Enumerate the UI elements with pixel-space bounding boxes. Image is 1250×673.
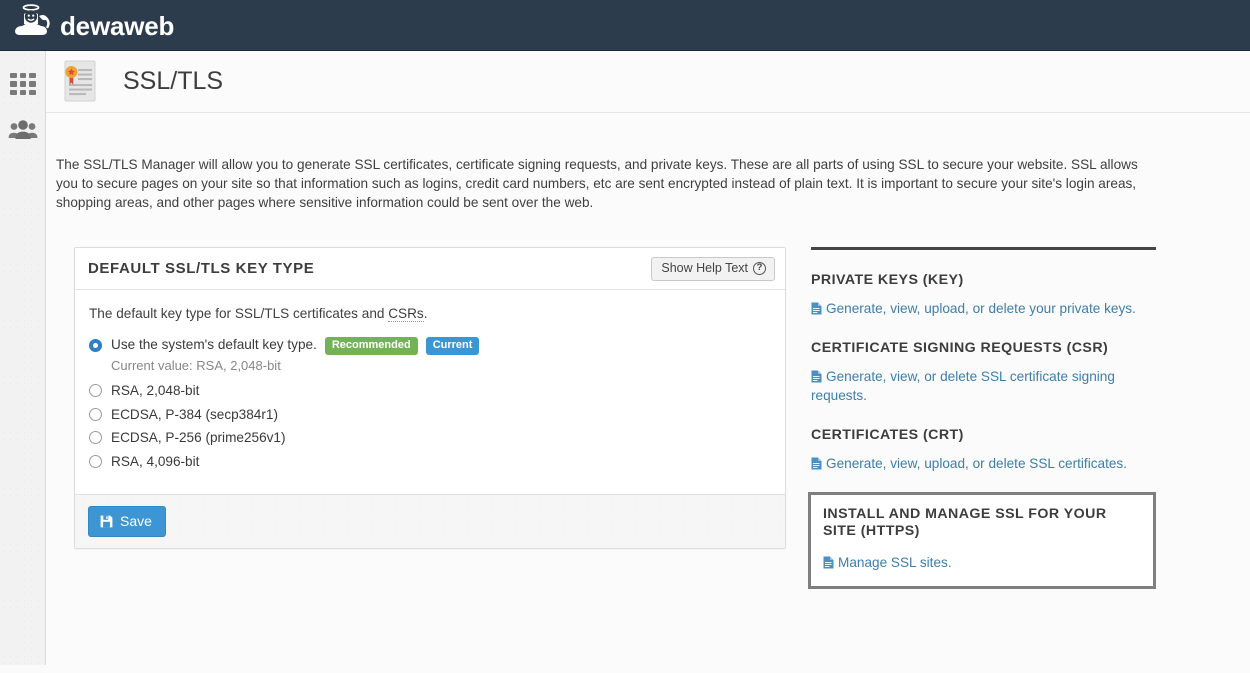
csr-abbreviation: CSRs: [388, 306, 424, 323]
sidebar-item-apps[interactable]: [0, 60, 46, 108]
section-title-private-keys: PRIVATE KEYS (KEY): [811, 272, 964, 289]
lead-prefix: The default key type for SSL/TLS certifi…: [89, 306, 389, 322]
save-button-label: Save: [120, 513, 152, 530]
brand-logo-link[interactable]: dewaweb: [0, 0, 174, 51]
page-header: SSL/TLS: [46, 51, 1250, 113]
install-manage-ssl-highlight-box: INSTALL AND MANAGE SSL FOR YOUR SITE (HT…: [808, 492, 1156, 590]
left-icon-rail: [0, 51, 46, 665]
panel-footer: Save: [75, 494, 785, 549]
link-text-manage-ssl-sites: Manage SSL sites.: [838, 555, 952, 571]
content-columns: DEFAULT SSL/TLS KEY TYPE Show Help Text …: [46, 225, 1250, 590]
panel-body: The default key type for SSL/TLS certifi…: [75, 290, 785, 494]
radio-label-system-default: Use the system's default key type. Recomm…: [111, 336, 480, 355]
badge-current: Current: [425, 336, 480, 355]
radio-label-rsa-4096: RSA, 4,096-bit: [111, 453, 200, 469]
document-icon: [811, 369, 822, 383]
current-value-text: Current value: RSA, 2,048-bit: [111, 358, 281, 374]
save-button[interactable]: Save: [88, 506, 166, 538]
radio-option-ecdsa-p384[interactable]: ECDSA, P-384 (secp384r1): [89, 404, 771, 425]
floppy-save-icon: [100, 515, 113, 528]
default-key-type-panel: DEFAULT SSL/TLS KEY TYPE Show Help Text …: [74, 247, 786, 550]
top-header-bar: dewaweb: [0, 0, 1250, 51]
radio-button-system-default[interactable]: [89, 339, 102, 353]
radio-option-rsa-4096[interactable]: RSA, 4,096-bit: [89, 451, 771, 472]
radio-button-rsa-4096[interactable]: [89, 454, 102, 468]
link-text-csr: Generate, view, or delete SSL certificat…: [811, 369, 1115, 404]
radio-option-rsa-2048[interactable]: RSA, 2,048-bit: [89, 380, 771, 401]
left-column: DEFAULT SSL/TLS KEY TYPE Show Help Text …: [74, 247, 786, 589]
badge-recommended: Recommended: [324, 336, 418, 355]
document-icon: [823, 555, 834, 569]
certificate-icon: [59, 58, 101, 106]
main-content: SSL/TLS The SSL/TLS Manager will allow y…: [46, 51, 1250, 673]
radio-button-ecdsa-p384[interactable]: [89, 407, 102, 421]
users-group-icon: [8, 119, 38, 146]
radio-label-rsa-2048: RSA, 2,048-bit: [111, 383, 200, 399]
help-button-label: Show Help Text: [661, 260, 748, 275]
radio-button-ecdsa-p256[interactable]: [89, 431, 102, 445]
app-window: dewaweb SSL/TLS The SSL/TLS Manager will…: [0, 0, 1250, 673]
link-text-certificates: Generate, view, upload, or delete SSL ce…: [826, 456, 1127, 472]
link-certificates[interactable]: Generate, view, upload, or delete SSL ce…: [811, 454, 1159, 473]
link-manage-ssl-sites[interactable]: Manage SSL sites.: [823, 553, 1141, 572]
brand-name: dewaweb: [60, 11, 175, 41]
document-icon: [811, 301, 822, 315]
link-private-keys[interactable]: Generate, view, upload, or delete your p…: [811, 299, 1159, 318]
sidebar-item-users[interactable]: [0, 108, 46, 156]
document-icon: [811, 456, 822, 470]
section-divider: [811, 247, 1156, 251]
section-title-install-manage-ssl: INSTALL AND MANAGE SSL FOR YOUR SITE (HT…: [823, 506, 1107, 540]
angel-cloud-logo-icon: [12, 2, 56, 48]
link-csr[interactable]: Generate, view, or delete SSL certificat…: [811, 367, 1159, 405]
radio-option-ecdsa-p256[interactable]: ECDSA, P-256 (prime256v1): [89, 427, 771, 448]
page-title: SSL/TLS: [123, 67, 224, 95]
key-type-options-list: RSA, 2,048-bit ECDSA, P-384 (secp384r1) …: [89, 380, 771, 472]
grid-apps-icon: [10, 73, 36, 95]
section-title-certificates: CERTIFICATES (CRT): [811, 427, 964, 444]
radio-option-system-default[interactable]: Use the system's default key type. Recomm…: [89, 335, 771, 356]
show-help-text-button[interactable]: Show Help Text ?: [651, 256, 775, 281]
panel-title: DEFAULT SSL/TLS KEY TYPE: [88, 260, 315, 278]
system-default-label-text: Use the system's default key type.: [111, 336, 317, 352]
section-title-csr: CERTIFICATE SIGNING REQUESTS (CSR): [811, 340, 1109, 357]
radio-label-ecdsa-p384: ECDSA, P-384 (secp384r1): [111, 406, 278, 422]
panel-header: DEFAULT SSL/TLS KEY TYPE Show Help Text …: [75, 248, 785, 291]
lead-suffix: .: [423, 306, 428, 322]
link-text-private-keys: Generate, view, upload, or delete your p…: [826, 301, 1136, 317]
radio-label-ecdsa-p256: ECDSA, P-256 (prime256v1): [111, 430, 286, 446]
question-circle-icon: ?: [753, 261, 766, 275]
panel-lead-text: The default key type for SSL/TLS certifi…: [89, 306, 771, 323]
right-column: PRIVATE KEYS (KEY) Generate, view, uploa…: [808, 247, 1159, 590]
page-intro-text: The SSL/TLS Manager will allow you to ge…: [56, 156, 1138, 210]
radio-button-rsa-2048[interactable]: [89, 384, 102, 398]
